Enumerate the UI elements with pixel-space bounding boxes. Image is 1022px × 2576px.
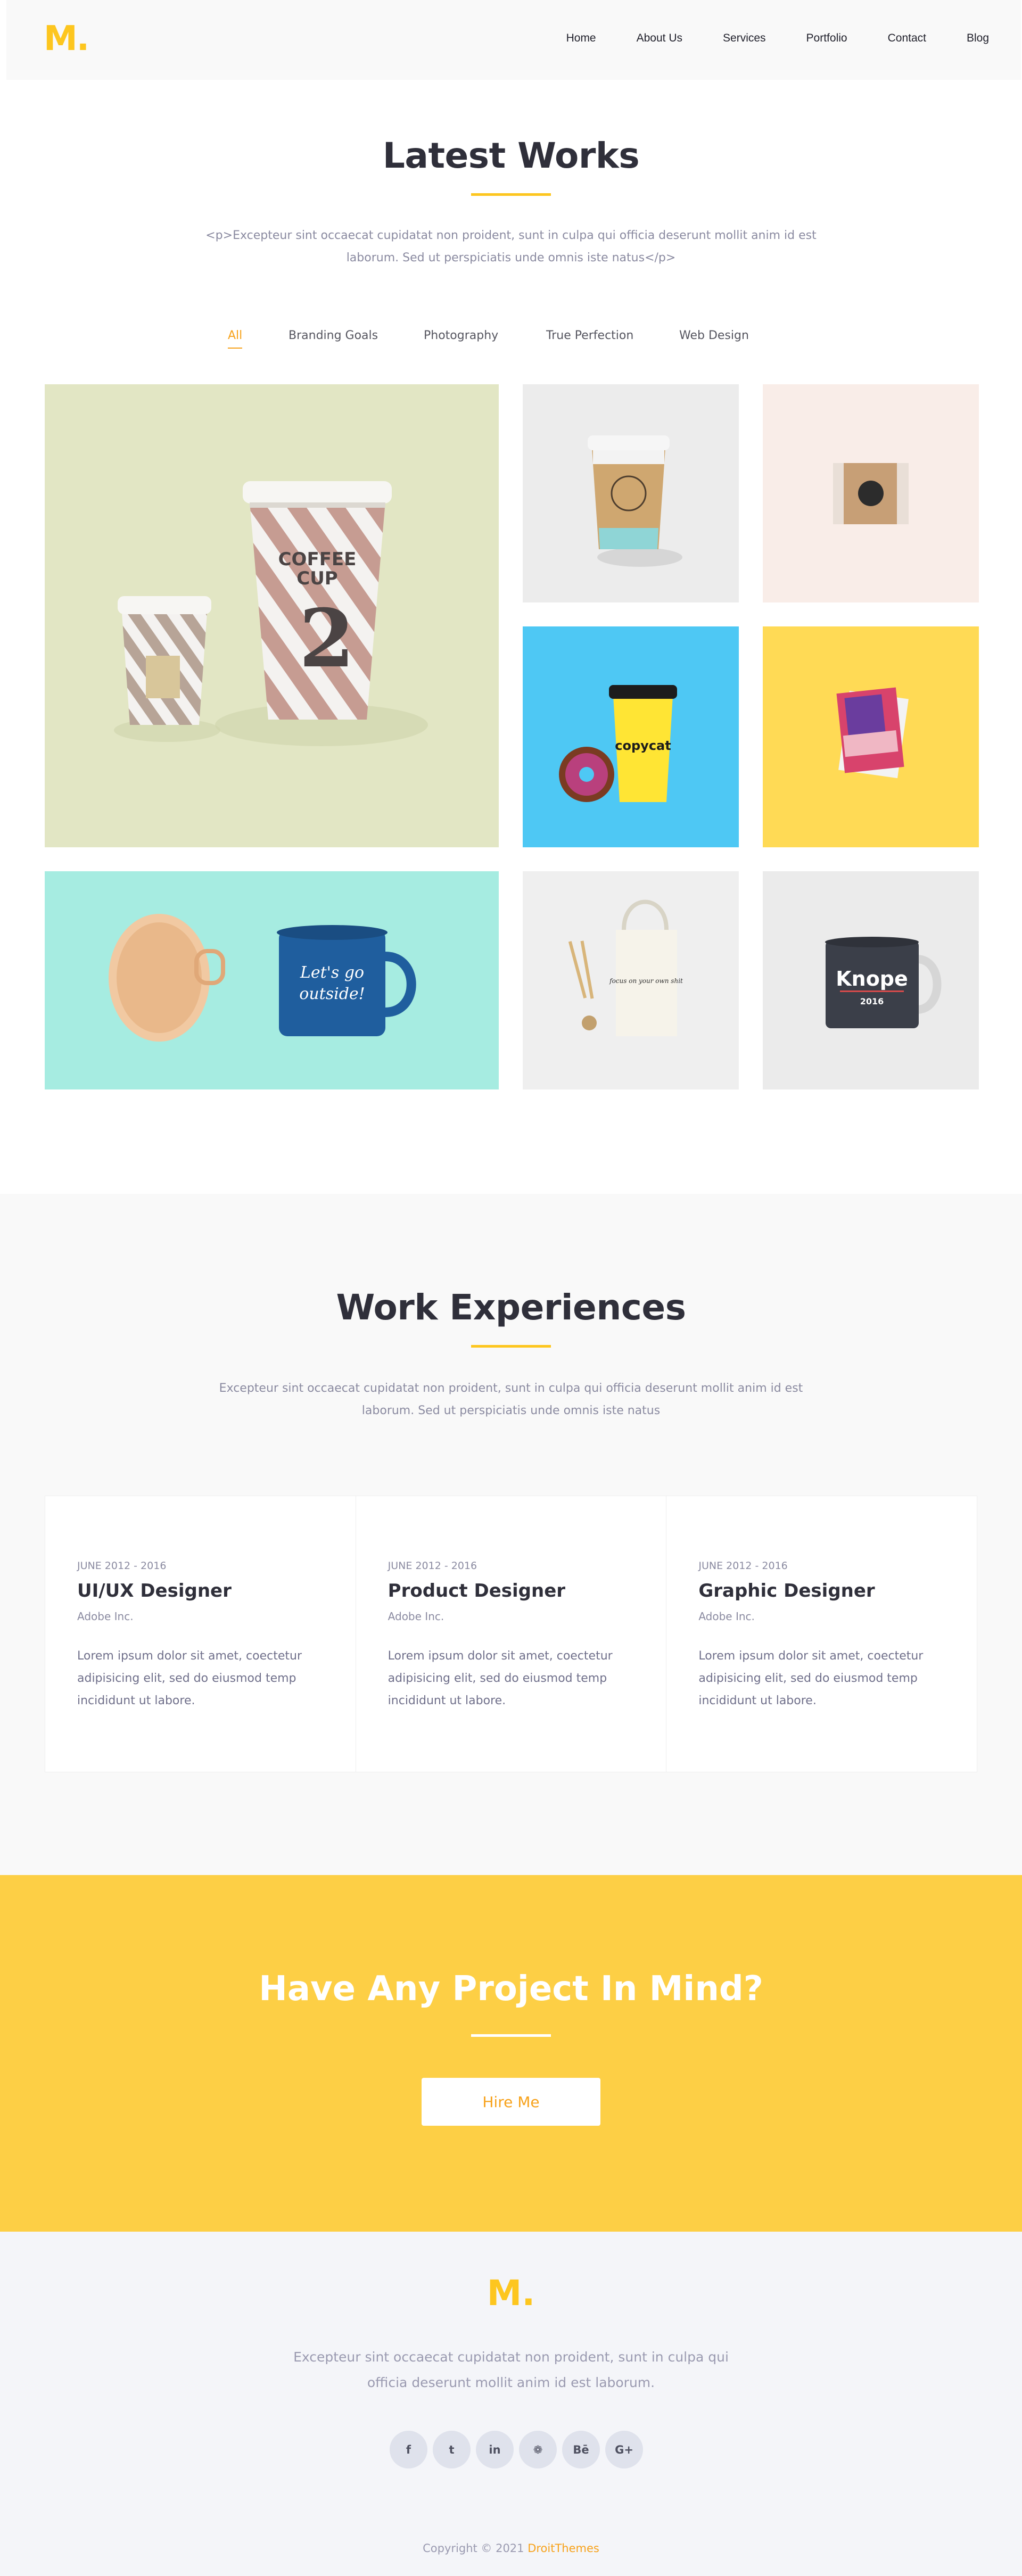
copyright: Copyright © 2021 DroitThemes [0,2542,1022,2555]
box-illustration [833,463,909,524]
portfolio-item-mugs[interactable]: Let's go outside! [45,871,499,1089]
experience-intro: Excepteur sint occaecat cupidatat non pr… [219,1382,803,1417]
experience-company: Adobe Inc. [388,1610,444,1623]
experience-date: JUNE 2012 - 2016 [388,1560,477,1572]
experience-card: JUNE 2012 - 2016 Product Designer Adobe … [356,1496,667,1772]
experience-card: JUNE 2012 - 2016 Graphic Designer Adobe … [666,1496,977,1772]
cup-text-1: COFFEE [278,549,357,570]
copycat-label: copycat [615,738,671,753]
copycat-cup-illustration: copycat [559,685,677,802]
footer-logo[interactable]: M. [0,2273,1022,2314]
experience-company: Adobe Inc. [698,1610,755,1623]
knope-mug-illustration: Knope 2016 [825,937,942,1028]
behance-icon[interactable]: Bē [562,2431,600,2468]
portfolio-item-kraft-cup[interactable] [523,384,739,602]
nav-home[interactable]: Home [566,32,596,45]
hire-me-button[interactable]: Hire Me [422,2078,600,2126]
filter-true-perfection[interactable]: True Perfection [546,329,633,342]
site-header: M. Home About Us Services Portfolio Cont… [6,0,1021,80]
knope-mug-text: Knope [836,967,908,990]
copyright-brand-link[interactable]: DroitThemes [528,2542,599,2555]
cup-text-2: CUP [296,568,337,589]
filter-web-design[interactable]: Web Design [679,329,749,342]
experience-cards: JUNE 2012 - 2016 UI/UX Designer Adobe In… [45,1496,977,1772]
facebook-icon[interactable]: f [390,2431,427,2468]
nav-contact[interactable]: Contact [888,32,926,45]
portfolio-item-knope-mug[interactable]: Knope 2016 [763,871,979,1089]
tote-bag-illustration: focus on your own shit [568,899,683,1036]
cta-section [0,1875,1022,2232]
mug-text-1: Let's go [300,963,364,982]
filter-all[interactable]: All [228,329,243,349]
mugs-illustration: Let's go outside! [109,914,416,1042]
filter-branding-goals[interactable]: Branding Goals [289,329,378,342]
portfolio-item-box[interactable] [763,384,979,602]
experience-company: Adobe Inc. [77,1610,134,1623]
experience-date: JUNE 2012 - 2016 [77,1560,167,1572]
copyright-prefix: Copyright © 2021 [423,2542,528,2555]
filter-photography[interactable]: Photography [424,329,498,342]
knope-mug-year: 2016 [860,996,884,1006]
dribbble-icon[interactable]: ❁ [519,2431,557,2468]
footer-text: Excepteur sint occaecat cupidatat non pr… [293,2349,729,2390]
twitter-icon[interactable]: t [433,2431,471,2468]
experience-title: Work Experiences [336,1287,686,1328]
experience-role: UI/UX Designer [77,1580,232,1601]
cta-title-underline [471,2034,551,2037]
cards-illustration [836,687,909,779]
google-plus-icon[interactable]: G+ [605,2431,643,2468]
nav-blog[interactable]: Blog [967,32,989,45]
experience-description: Lorem ipsum dolor sit amet, coectetur ad… [77,1649,302,1707]
experience-role: Product Designer [388,1580,566,1601]
mug-text-2: outside! [299,985,365,1003]
site-logo[interactable]: M. [44,19,89,59]
portfolio-item-cards[interactable] [763,626,979,847]
experience-description: Lorem ipsum dolor sit amet, coectetur ad… [698,1649,924,1707]
works-intro: <p>Excepteur sint occaecat cupidatat non… [205,229,817,265]
cta-title: Have Any Project In Mind? [259,1969,763,2009]
portfolio-filters: All Branding Goals Photography True Perf… [0,329,1022,350]
portfolio-item-coffee-cups[interactable]: COFFEE CUP 2 [45,384,499,847]
nav-portfolio[interactable]: Portfolio [806,32,847,45]
experience-title-underline [471,1345,551,1348]
nav-services[interactable]: Services [723,32,766,45]
experience-description: Lorem ipsum dolor sit amet, coectetur ad… [388,1649,613,1707]
social-links: f t in ❁ Bē G+ [390,2431,643,2468]
kraft-cup-illustration [588,435,682,567]
main-nav: Home About Us Services Portfolio Contact… [526,32,989,45]
experience-card: JUNE 2012 - 2016 UI/UX Designer Adobe In… [45,1496,356,1772]
experience-role: Graphic Designer [698,1580,875,1601]
works-title-underline [471,193,551,196]
portfolio-item-copycat-cup[interactable]: copycat [523,626,739,847]
nav-about-us[interactable]: About Us [637,32,682,45]
bag-text: focus on your own shit [609,977,683,985]
works-title: Latest Works [382,135,640,176]
coffee-cups-illustration: COFFEE CUP 2 [114,481,428,746]
cup-number: 2 [299,592,355,686]
linkedin-icon[interactable]: in [476,2431,514,2468]
experience-date: JUNE 2012 - 2016 [698,1560,788,1572]
portfolio-item-tote-bag[interactable]: focus on your own shit [523,871,739,1089]
